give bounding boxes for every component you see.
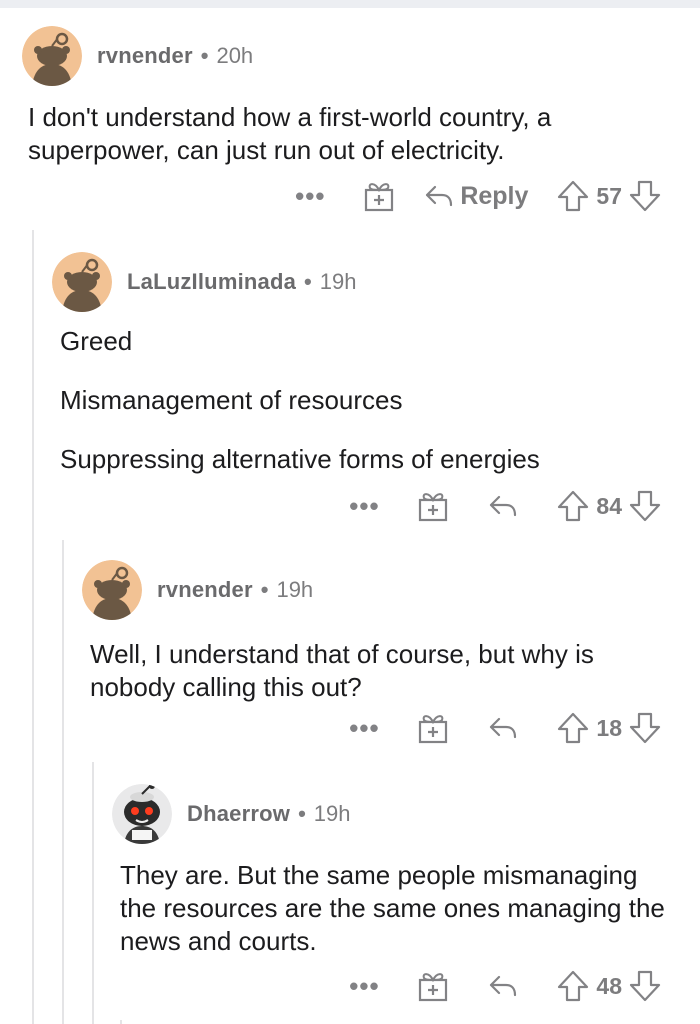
more-options-icon[interactable]: ••• [290,176,330,216]
reply-arrow-icon[interactable] [486,711,520,745]
more-options-icon[interactable]: ••• [344,966,384,1006]
comment: LaLuzIluminada • 19h Greed Mismanagement… [52,252,662,476]
separator-dot: • [260,577,269,602]
reply-button[interactable]: Reply [422,179,528,213]
snoo-avatar-icon[interactable] [22,26,82,86]
username-link[interactable]: rvnender [157,577,253,603]
snoo-avatar-icon[interactable] [52,252,112,312]
reply-arrow-icon[interactable] [486,489,520,523]
custom-snoo-avatar-icon[interactable] [112,784,172,844]
comment: Dhaerrow • 19h They are. But the same pe… [112,784,665,958]
award-gift-icon[interactable] [416,711,450,745]
timestamp: 20h [216,43,254,68]
separator-dot: • [200,43,209,68]
vote-score: 57 [596,182,622,209]
downvote-arrow-icon[interactable] [628,969,662,1003]
timestamp: 19h [319,269,357,294]
more-options-icon[interactable]: ••• [344,486,384,526]
thread-line-level-3[interactable] [92,762,94,1024]
timestamp: 19h [276,577,314,602]
comment-body: Well, I understand that of course, but w… [90,638,660,704]
comment-body: I don't understand how a first-world cou… [28,101,648,167]
vote-score: 48 [596,972,622,999]
upvote-arrow-icon[interactable] [556,711,590,745]
comment-text: Suppressing alternative forms of energie… [60,444,540,474]
comment-actions: ••• 84 [344,486,662,526]
comment-text: I don't understand how a first-world cou… [28,102,552,165]
comment-body: Greed Mismanagement of resources Suppres… [60,325,662,476]
reply-arrow-icon[interactable] [486,969,520,1003]
downvote-arrow-icon[interactable] [628,711,662,745]
username-link[interactable]: Dhaerrow [187,801,290,827]
award-gift-icon[interactable] [416,489,450,523]
comment-text: They are. But the same people mismanagin… [120,860,665,956]
timestamp: 19h [313,801,351,826]
comment-actions: ••• 18 [344,708,662,748]
separator-dot: • [304,269,312,294]
vote-score: 84 [596,492,622,519]
upvote-arrow-icon[interactable] [556,969,590,1003]
separator-dot: • [298,801,306,826]
downvote-arrow-icon[interactable] [628,489,662,523]
snoo-avatar-icon[interactable] [82,560,142,620]
upvote-arrow-icon[interactable] [556,179,590,213]
comment-text: Well, I understand that of course, but w… [90,639,594,702]
thread-line-level-2[interactable] [62,540,64,1024]
award-gift-icon[interactable] [416,969,450,1003]
thread-line-level-1[interactable] [32,230,34,1024]
more-options-icon[interactable]: ••• [344,708,384,748]
upvote-arrow-icon[interactable] [556,489,590,523]
thread-line-level-4[interactable] [120,1020,122,1024]
comment: rvnender • 19h Well, I understand that o… [82,560,662,704]
username-link[interactable]: rvnender [97,43,193,69]
reply-arrow-icon [422,179,456,213]
comment-text: Mismanagement of resources [60,385,403,415]
comment: rvnender • 20h I don't understand how a … [22,26,662,167]
comment-text: Greed [60,326,133,356]
comment-actions: ••• Reply 57 [290,176,662,216]
reply-label: Reply [460,181,529,210]
award-gift-icon[interactable] [362,179,396,213]
username-link[interactable]: LaLuzIluminada [127,269,296,295]
top-divider [0,0,700,8]
comment-actions: ••• 48 [344,966,662,1006]
vote-score: 18 [596,714,622,741]
downvote-arrow-icon[interactable] [628,179,662,213]
comment-body: They are. But the same people mismanagin… [120,859,665,958]
